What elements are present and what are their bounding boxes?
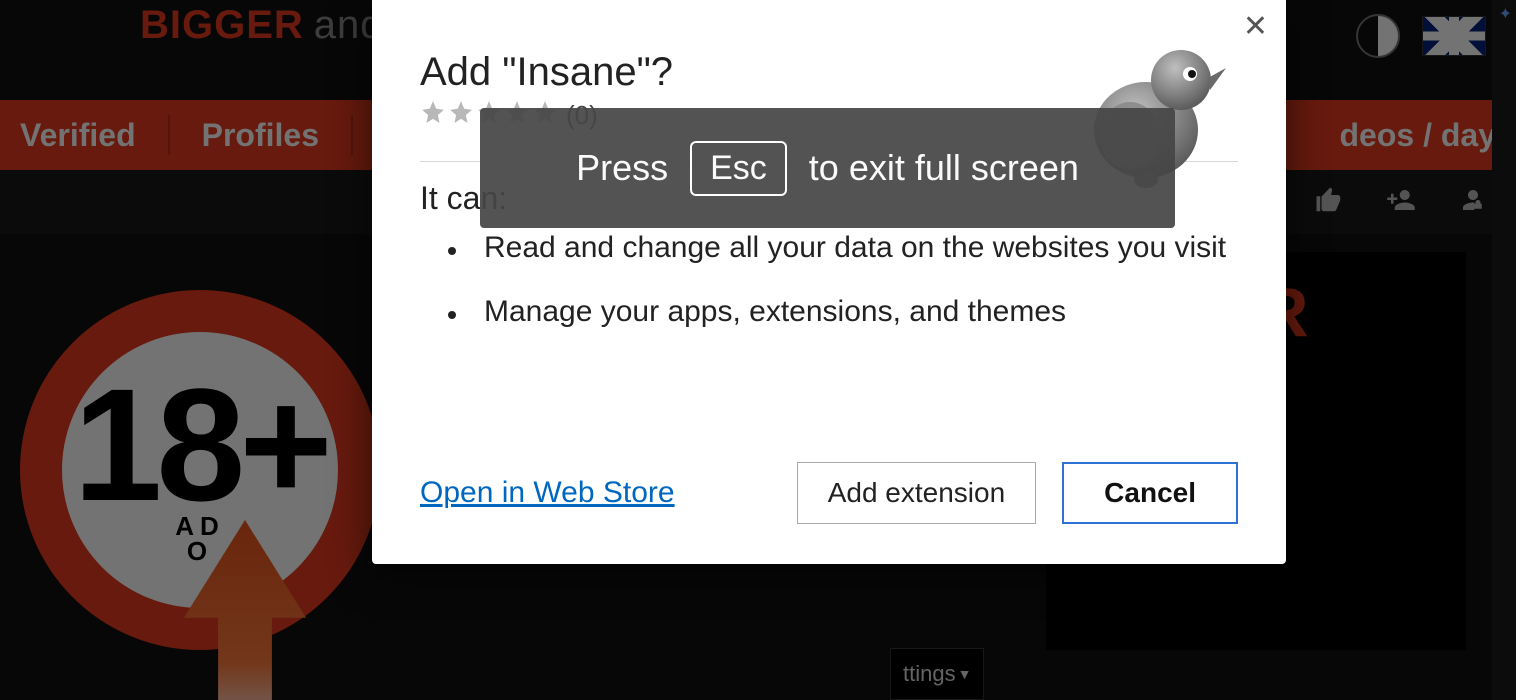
permission-item: Manage your apps, extensions, and themes — [448, 295, 1238, 329]
close-button[interactable]: ✕ — [1243, 12, 1268, 42]
permission-text: Read and change all your data on the web… — [484, 231, 1226, 265]
open-web-store-link[interactable]: Open in Web Store — [420, 476, 675, 510]
star-icon — [420, 99, 446, 131]
extension-install-dialog: ✕ Add "Insane"? ( — [372, 0, 1286, 564]
esc-hint-before: Press — [576, 147, 668, 189]
add-extension-button[interactable]: Add extension — [797, 462, 1036, 524]
bullet-icon — [448, 311, 456, 319]
page-root: BIGGER and Verified Profiles Ta deos / d… — [0, 0, 1516, 700]
esc-key-icon: Esc — [690, 141, 787, 196]
permission-text: Manage your apps, extensions, and themes — [484, 295, 1066, 329]
close-icon: ✕ — [1243, 10, 1268, 43]
permission-item: Read and change all your data on the web… — [448, 231, 1238, 265]
bullet-icon — [448, 247, 456, 255]
fullscreen-esc-hint: Press Esc to exit full screen — [480, 108, 1175, 228]
permissions-list: Read and change all your data on the web… — [448, 231, 1238, 329]
dialog-actions: Open in Web Store Add extension Cancel — [420, 462, 1238, 524]
esc-hint-after: to exit full screen — [809, 147, 1079, 189]
star-icon — [448, 99, 474, 131]
cancel-button[interactable]: Cancel — [1062, 462, 1238, 524]
